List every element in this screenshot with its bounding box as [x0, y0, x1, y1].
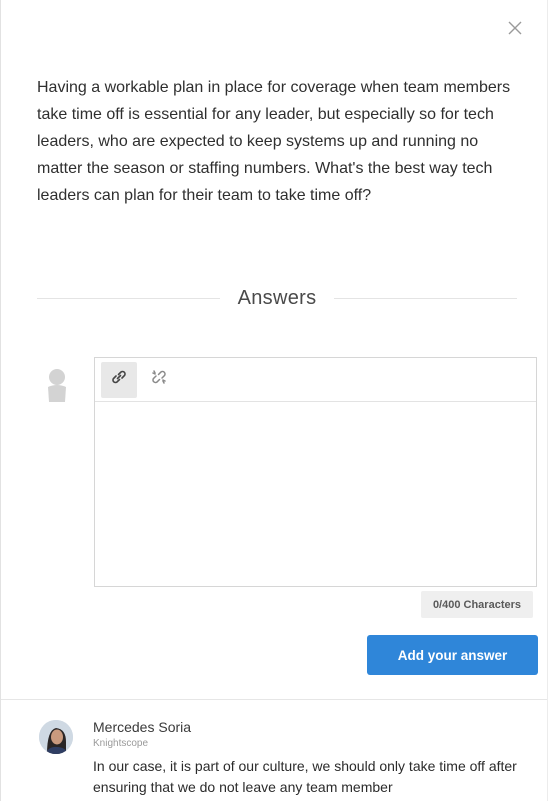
divider-line-right: [334, 297, 518, 299]
close-icon[interactable]: [503, 16, 527, 40]
divider-line-left: [37, 297, 220, 299]
add-answer-button[interactable]: Add your answer: [367, 635, 538, 675]
editor-toolbar: [95, 358, 536, 402]
answers-heading: Answers: [237, 286, 317, 309]
unlink-icon: [149, 367, 169, 392]
answer-author-company: Knightscope: [93, 738, 149, 749]
answer-author-name[interactable]: Mercedes Soria: [93, 719, 191, 735]
link-icon: [109, 367, 129, 392]
question-panel: Having a workable plan in place for cove…: [0, 0, 548, 801]
section-divider: [1, 699, 547, 700]
avatar: [39, 720, 73, 754]
character-counter: 0/400 Characters: [420, 591, 533, 618]
answer-editor: [94, 357, 537, 587]
question-text: Having a workable plan in place for cove…: [37, 79, 511, 204]
unlink-button[interactable]: [141, 362, 177, 398]
link-button[interactable]: [101, 361, 137, 398]
answer-text: In our case, it is part of our culture, …: [93, 758, 517, 795]
answer-textarea[interactable]: [95, 403, 536, 586]
user-placeholder-icon: [45, 368, 69, 404]
answers-divider: Answers: [37, 284, 518, 312]
